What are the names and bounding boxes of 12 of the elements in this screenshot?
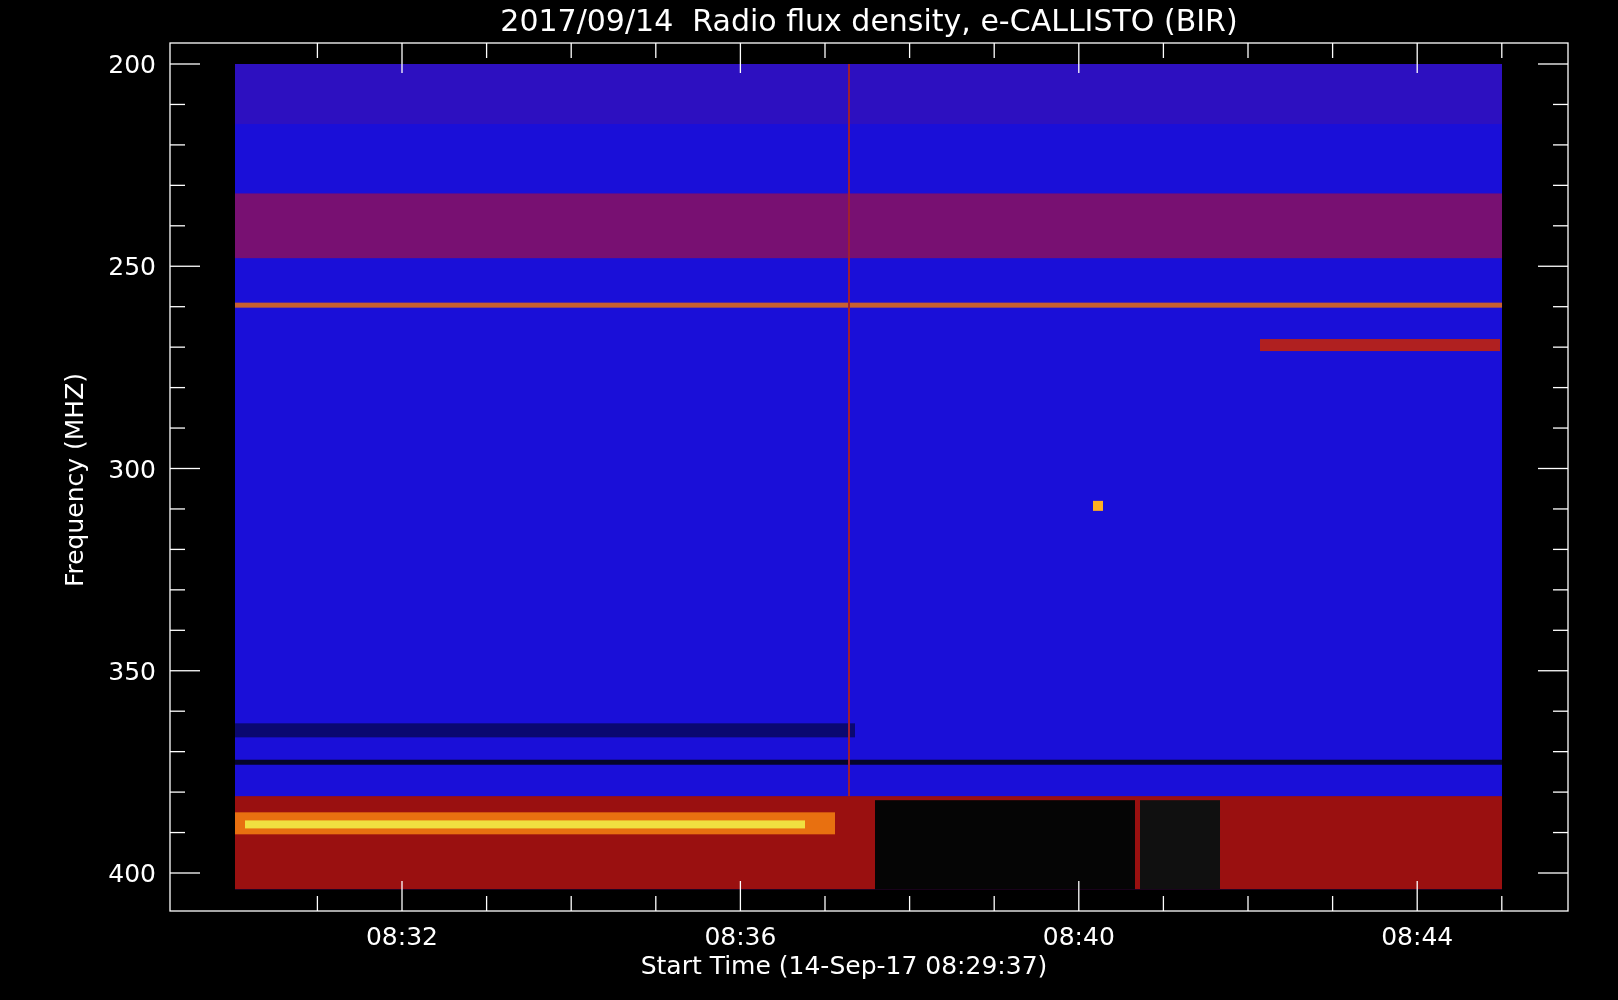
plot-title: 2017/09/14 Radio flux density, e-CALLISTO (BIR) [500, 3, 1238, 38]
axis-tick-label: 08:36 [704, 922, 777, 951]
axis-tick-label: 350 [108, 656, 156, 686]
axis-tick-label: 08:32 [366, 922, 438, 951]
axis-tick-label: 300 [108, 454, 156, 484]
axis-tick-label: 08:40 [1042, 922, 1115, 951]
axis-title: Frequency (MHZ) [60, 372, 89, 588]
axis-tick-label: 400 [108, 859, 156, 888]
axis-tick-label: 250 [108, 252, 156, 282]
axis-tick-label: 08:44 [1381, 922, 1454, 951]
axis-title: Start Time (14-Sep-17 08:29:37) [640, 951, 1048, 980]
axis-tick-label: 200 [108, 50, 156, 79]
